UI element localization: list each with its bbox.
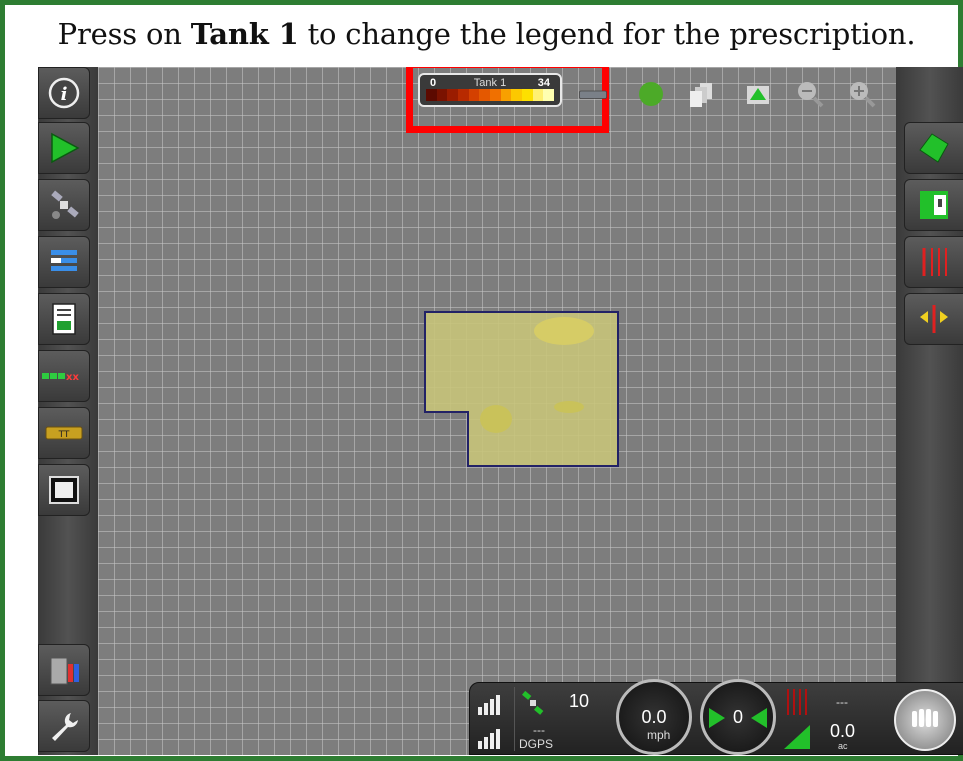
- guidance-left-arrow-icon: [709, 708, 725, 728]
- guidance-gauge: 0: [700, 679, 776, 755]
- speed-unit: mph: [647, 728, 671, 742]
- video-icon: [49, 476, 79, 504]
- signal-mode: ---: [533, 723, 545, 737]
- split-view-button[interactable]: [904, 179, 963, 231]
- gps-status-panel[interactable]: 10 --- DGPS: [514, 687, 614, 751]
- list-button[interactable]: [38, 236, 90, 288]
- guidance-lines-icon: [922, 248, 947, 276]
- svg-text:xx: xx: [66, 372, 79, 383]
- status-bar: 10 --- DGPS 0.0 mph 0 --- 0.0 ac: [469, 679, 963, 755]
- speed-gauge: 0.0 mph: [616, 679, 692, 755]
- gps-satellite-icon: [522, 690, 544, 715]
- guidance-lines-button[interactable]: [904, 236, 963, 288]
- trash-icon: [50, 657, 79, 685]
- split-view-icon: [920, 191, 948, 219]
- video-button[interactable]: [38, 464, 90, 516]
- implement-button[interactable]: TT: [38, 407, 90, 459]
- wifi-signal-icon: [478, 729, 500, 749]
- zoom-out-icon: [798, 82, 824, 108]
- list-icon: [51, 250, 77, 271]
- area-triangle-icon: [784, 725, 810, 749]
- info-icon: i: [48, 77, 80, 109]
- implement-icon: TT: [45, 426, 83, 440]
- area-value: 0.0: [830, 721, 856, 741]
- rate-bars-icon: [787, 689, 807, 715]
- left-sidebar: i xx TT: [38, 67, 98, 755]
- autosteer-button[interactable]: [894, 689, 956, 751]
- zoom-in-button[interactable]: [847, 79, 877, 109]
- layers-icon: [690, 83, 712, 107]
- zoom-in-icon: [850, 82, 876, 108]
- area-unit: ac: [838, 741, 848, 751]
- console-screen: i xx TT 0 Tank 1 34 10 --- DGPS 0.0 mph …: [38, 67, 963, 755]
- svg-text:TT: TT: [58, 430, 70, 440]
- guidance-arrow-icon: [51, 132, 80, 164]
- guidance-button[interactable]: [38, 122, 90, 174]
- satellite-count: 10: [569, 691, 590, 711]
- tutorial-frame: Press on Tank 1 to change the legend for…: [0, 0, 963, 761]
- steering-icon: [912, 709, 938, 727]
- rate-value: ---: [836, 695, 848, 709]
- shift-line-button[interactable]: [904, 293, 963, 345]
- document-icon: [52, 303, 76, 335]
- implement-view-button[interactable]: [578, 79, 608, 109]
- shift-line-icon: [920, 305, 948, 333]
- speed-value: 0.0: [641, 706, 667, 727]
- instruction-text: Press on Tank 1 to change the legend for…: [15, 17, 958, 51]
- wrench-icon: [52, 713, 78, 741]
- gps-button[interactable]: [38, 179, 90, 231]
- instruction-bold: Tank 1: [190, 17, 299, 51]
- right-sidebar: [896, 67, 963, 755]
- satellite-icon: [51, 190, 79, 219]
- implement-view-icon: [579, 90, 607, 99]
- globe-button[interactable]: [636, 79, 666, 109]
- layers-button[interactable]: [686, 79, 716, 109]
- field-view-icon: [747, 86, 769, 104]
- gps-type: DGPS: [519, 737, 554, 751]
- instruction-prefix: Press on: [57, 17, 191, 51]
- document-button[interactable]: [38, 293, 90, 345]
- settings-button[interactable]: [38, 700, 90, 752]
- signal-strength-icon: [478, 695, 500, 715]
- sections-icon: xx: [42, 372, 79, 383]
- guidance-value: 0: [732, 706, 743, 727]
- svg-text:i: i: [61, 84, 68, 105]
- field-boundary: [424, 311, 619, 467]
- rate-panel[interactable]: --- 0.0 ac: [782, 687, 878, 751]
- trash-button[interactable]: [38, 644, 90, 696]
- guidance-right-arrow-icon: [751, 708, 767, 728]
- sections-button[interactable]: xx: [38, 350, 90, 402]
- field-view-button[interactable]: [743, 79, 773, 109]
- info-button[interactable]: i: [38, 67, 90, 119]
- instruction-suffix: to change the legend for the prescriptio…: [298, 17, 916, 51]
- field-boundary-icon: [919, 133, 949, 163]
- map-view[interactable]: [98, 67, 896, 755]
- globe-icon: [639, 82, 663, 106]
- zoom-out-button[interactable]: [795, 79, 825, 109]
- field-button[interactable]: [904, 122, 963, 174]
